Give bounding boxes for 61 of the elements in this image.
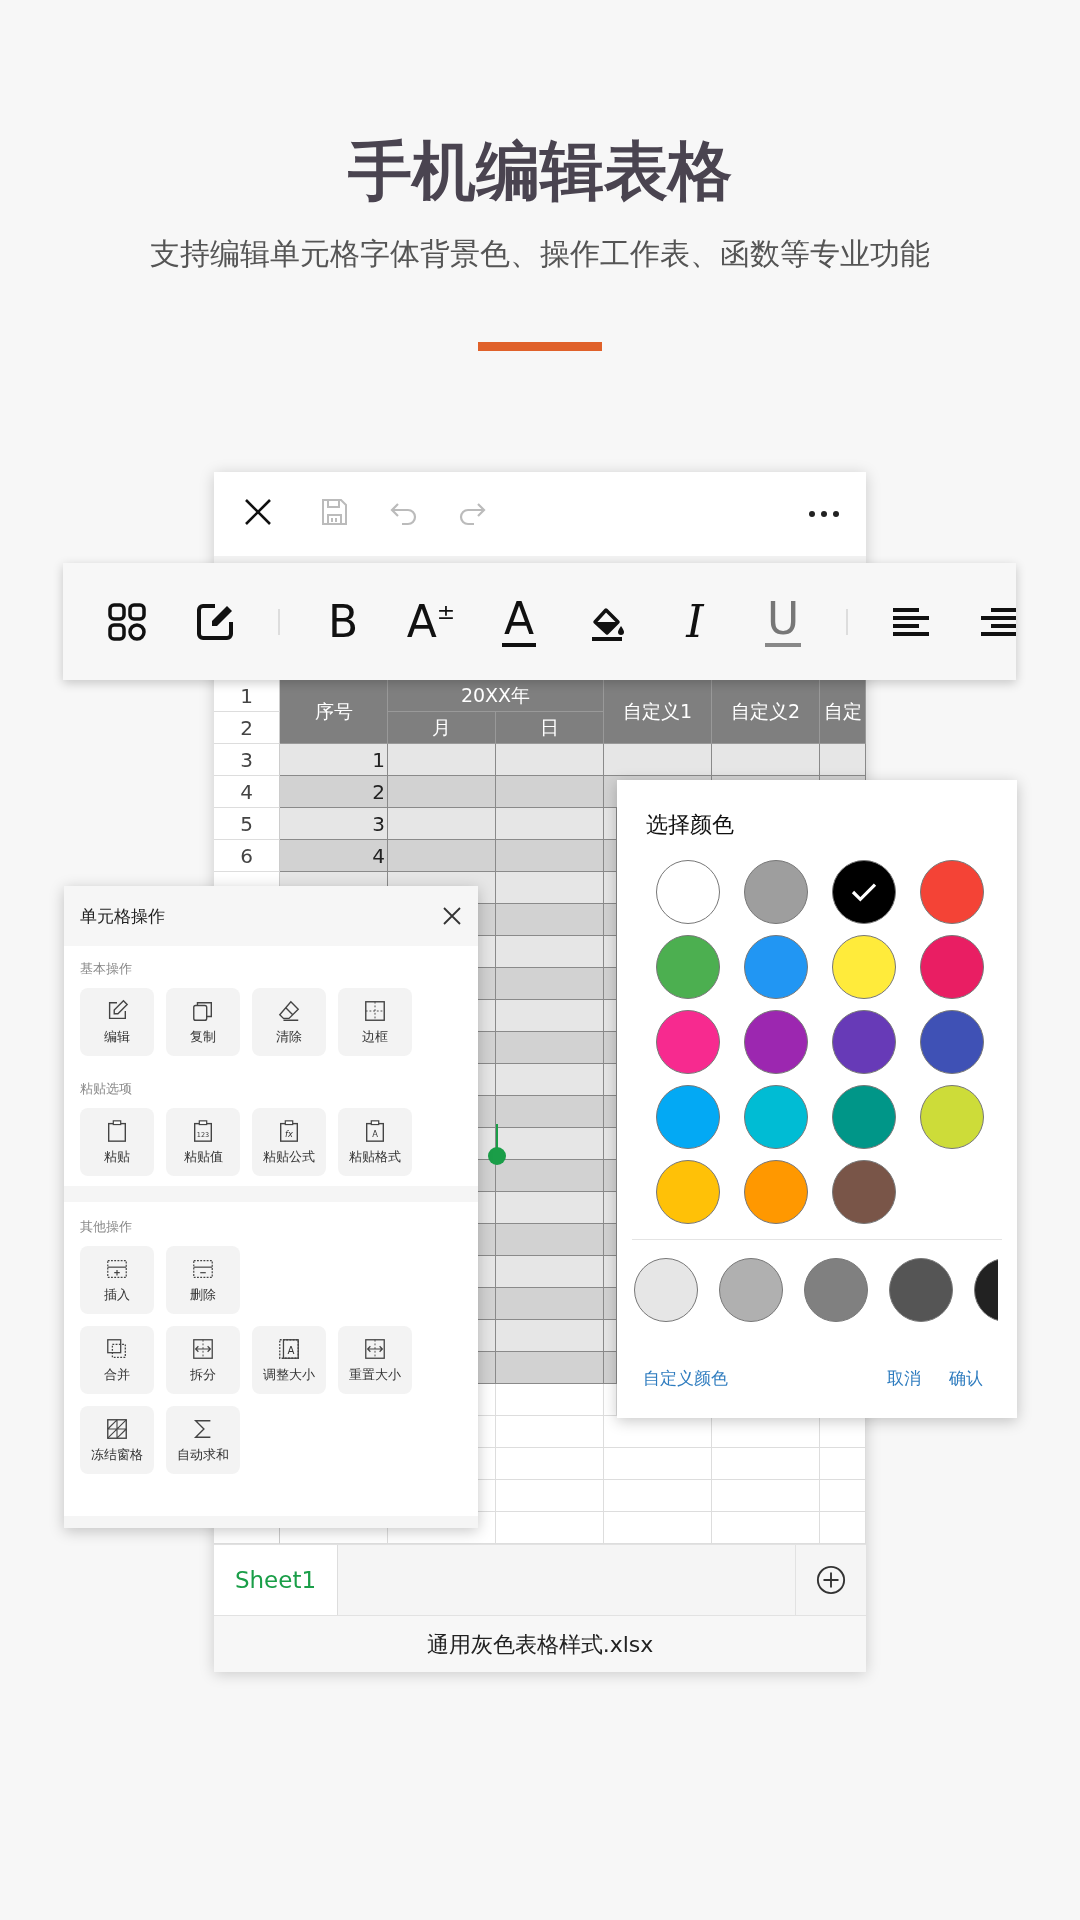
freeze-panes-icon [105,1416,129,1441]
header-cell: 自定义1 [604,680,712,744]
action-button[interactable]: 合并 [80,1326,154,1394]
section-label: 基本操作 [80,960,132,978]
split-icon [191,1336,215,1361]
header-cell: 日 [496,712,604,744]
table-cell: 1 [280,744,388,776]
row-number[interactable]: 3 [214,744,280,776]
clipboard-icon [105,1118,129,1143]
custom-color-button[interactable]: 自定义颜色 [629,1359,742,1398]
file-name: 通用灰色表格样式.xlsx [426,1631,654,1659]
action-button[interactable]: 自动求和 [166,1406,240,1474]
font-color-button[interactable]: A [501,596,537,647]
add-sheet-icon[interactable] [816,1565,846,1595]
close-icon[interactable] [442,906,462,926]
row-number[interactable]: 1 [214,680,280,712]
page-subtitle: 支持编辑单元格字体背景色、操作工作表、函数等专业功能 [150,236,930,273]
action-button[interactable]: 复制 [166,988,240,1056]
action-button[interactable]: 清除 [252,988,326,1056]
bold-button[interactable]: B [327,599,359,644]
table-cell: 3 [280,808,388,840]
eraser-icon [277,998,301,1023]
header-cell: 20XX年 [388,680,604,712]
action-button[interactable]: A 粘贴格式 [338,1108,412,1176]
panel-title: 选择颜色 [646,811,734,839]
apps-icon[interactable] [107,601,147,642]
panel-title: 单元格操作 [80,904,165,928]
table-cell: 4 [280,840,388,872]
table-cell: 2 [280,776,388,808]
font-size-button[interactable]: A$^{±}$ [406,599,456,644]
action-button[interactable]: 拆分 [166,1326,240,1394]
confirm-button[interactable]: 确认 [935,1359,997,1398]
merge-icon [105,1336,129,1361]
row-number[interactable]: 6 [214,840,280,872]
action-button[interactable]: 边框 [338,988,412,1056]
header-cell: 自定 [820,680,866,744]
resize-icon: A [277,1336,301,1361]
action-button[interactable]: fx 粘贴公式 [252,1108,326,1176]
row-number[interactable]: 4 [214,776,280,808]
underline-button[interactable]: U [764,596,802,647]
action-button[interactable]: 重置大小 [338,1326,412,1394]
action-button[interactable]: 冻结窗格 [80,1406,154,1474]
action-button[interactable]: 删除 [166,1246,240,1314]
header-cell: 月 [388,712,496,744]
action-button[interactable]: 编辑 [80,988,154,1056]
row-number[interactable]: 2 [214,712,280,744]
page-title: 手机编辑表格 [348,136,732,207]
action-button[interactable]: 插入 [80,1246,154,1314]
header-cell: 自定义2 [712,680,820,744]
cancel-button[interactable]: 取消 [873,1359,935,1398]
action-button[interactable]: 粘贴 [80,1108,154,1176]
section-label: 粘贴选项 [80,1080,132,1098]
reset-size-icon [363,1336,387,1361]
section-label: 其他操作 [80,1218,132,1236]
row-number[interactable]: 5 [214,808,280,840]
more-icon[interactable] [808,509,840,519]
action-button[interactable]: A 调整大小 [252,1326,326,1394]
edit-icon[interactable] [195,601,235,642]
border-icon [363,998,387,1023]
header-cell: 序号 [280,680,388,744]
italic-button[interactable]: I [686,599,704,644]
